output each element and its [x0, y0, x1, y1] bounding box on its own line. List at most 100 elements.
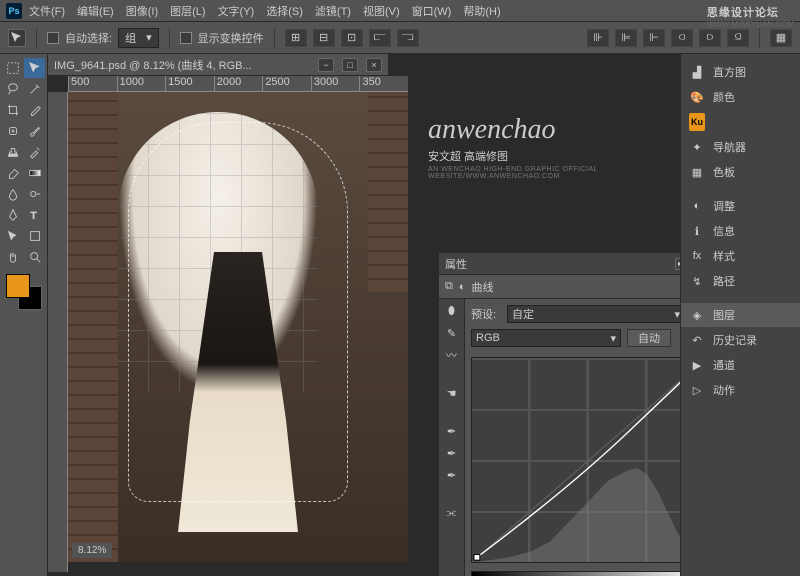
- pen-tool-icon[interactable]: [2, 205, 23, 225]
- color-swatches[interactable]: [2, 274, 42, 314]
- dock-item-color[interactable]: 🎨颜色: [681, 85, 800, 109]
- dock-item-paths[interactable]: ↯路径: [681, 269, 800, 293]
- minimize-button[interactable]: −: [318, 58, 334, 72]
- ruler-horizontal[interactable]: 50010001500200025003000350: [68, 76, 408, 92]
- lasso-tool-icon[interactable]: [2, 79, 23, 99]
- align-icon[interactable]: ⊞: [285, 29, 307, 47]
- distribute-icon[interactable]: ⫏: [671, 29, 693, 47]
- distribute-icon[interactable]: ⊪: [587, 29, 609, 47]
- brush-tool-icon[interactable]: [24, 121, 45, 141]
- dock-item-actions[interactable]: ▷动作: [681, 378, 800, 402]
- properties-panel: 属性 ▸▸ ▾≡ ⧉ ◐ 曲线 ⬮ ✎ 〰 ☚ ✒: [438, 252, 680, 576]
- auto-button[interactable]: 自动: [627, 329, 671, 347]
- distribute-icon[interactable]: ⫑: [727, 29, 749, 47]
- dock-item-channels[interactable]: ▶通道: [681, 353, 800, 377]
- channel-select[interactable]: RGB▾: [471, 329, 621, 347]
- foreground-color[interactable]: [6, 274, 30, 298]
- menu-file[interactable]: 文件(F): [24, 1, 70, 21]
- distribute-icon[interactable]: ⊫: [615, 29, 637, 47]
- sample-white-icon[interactable]: ✒: [443, 467, 461, 483]
- adjustments-icon: ◐: [689, 198, 705, 214]
- zoom-level[interactable]: 8.12%: [72, 543, 112, 558]
- properties-tab[interactable]: 属性: [445, 256, 467, 272]
- menu-view[interactable]: 视图(V): [358, 1, 405, 21]
- ruler-vertical[interactable]: [48, 92, 68, 572]
- wand-tool-icon[interactable]: [24, 79, 45, 99]
- dock-item-layers[interactable]: ◈图层: [681, 303, 800, 327]
- align-icon[interactable]: ⊟: [313, 29, 335, 47]
- maximize-button[interactable]: □: [342, 58, 358, 72]
- pencil-icon[interactable]: ✎: [443, 325, 461, 341]
- color-icon: 🎨: [689, 89, 705, 105]
- dock-label: 调整: [713, 198, 735, 214]
- stamp-tool-icon[interactable]: [2, 142, 23, 162]
- dock-item-styles[interactable]: fx样式: [681, 244, 800, 268]
- move-tool-icon[interactable]: [24, 58, 45, 78]
- auto-select-label: 自动选择:: [65, 30, 112, 46]
- eraser-tool-icon[interactable]: [2, 163, 23, 183]
- adjustment-title: 曲线: [472, 279, 494, 295]
- heal-tool-icon[interactable]: [2, 121, 23, 141]
- sample-black-icon[interactable]: ✒: [443, 423, 461, 439]
- dock-item-ku[interactable]: Ku: [681, 110, 800, 134]
- align-icon[interactable]: ⫎: [397, 29, 419, 47]
- dock-item-history[interactable]: ↶历史记录: [681, 328, 800, 352]
- edit-points-icon[interactable]: ⫘: [443, 505, 461, 521]
- menu-type[interactable]: 文字(Y): [213, 1, 260, 21]
- swatches-icon: ▦: [689, 164, 705, 180]
- document-tab: IMG_9641.psd @ 8.12% (曲线 4, RGB... − □ ×: [48, 54, 388, 76]
- close-button[interactable]: ×: [366, 58, 382, 72]
- auto-select-checkbox[interactable]: [47, 32, 59, 44]
- blur-tool-icon[interactable]: [2, 184, 23, 204]
- menu-edit[interactable]: 编辑(E): [72, 1, 119, 21]
- hand-tool-icon[interactable]: [2, 247, 23, 267]
- dock-item-adjustments[interactable]: ◐ 调整: [681, 194, 800, 218]
- workspace-icon[interactable]: ▦: [770, 29, 792, 47]
- move-tool-icon[interactable]: [8, 29, 26, 47]
- crop-tool-icon[interactable]: [2, 100, 23, 120]
- sample-gray-icon[interactable]: ✒: [443, 445, 461, 461]
- document-canvas[interactable]: 8.12%: [68, 92, 408, 562]
- distribute-icon[interactable]: ⫐: [699, 29, 721, 47]
- distribute-icon[interactable]: ⊩: [643, 29, 665, 47]
- group-select[interactable]: 组▾: [118, 28, 159, 48]
- show-transform-checkbox[interactable]: [180, 32, 192, 44]
- path-select-tool-icon[interactable]: [2, 226, 23, 246]
- zoom-tool-icon[interactable]: [24, 247, 45, 267]
- menu-window[interactable]: 窗口(W): [407, 1, 457, 21]
- eyedropper-tool-icon[interactable]: [24, 100, 45, 120]
- input-gradient[interactable]: [471, 571, 680, 576]
- curves-icon: ⧉: [445, 280, 453, 293]
- dock-item-histogram[interactable]: ▟直方图: [681, 60, 800, 84]
- photoshop-logo-icon[interactable]: Ps: [6, 3, 22, 19]
- chevron-down-icon: ▾: [146, 31, 152, 44]
- collapse-icon[interactable]: ▸▸: [675, 258, 680, 270]
- gradient-tool-icon[interactable]: [24, 163, 45, 183]
- curve-line[interactable]: [472, 358, 680, 562]
- align-icon[interactable]: ⊡: [341, 29, 363, 47]
- watermark-url: WWW.MISSYUAN.COM: [707, 20, 794, 29]
- menu-select[interactable]: 选择(S): [261, 1, 308, 21]
- menu-help[interactable]: 帮助(H): [458, 1, 505, 21]
- curve-point-icon[interactable]: ⬮: [443, 303, 461, 319]
- type-tool-icon[interactable]: T: [24, 205, 45, 225]
- marquee-tool-icon[interactable]: [2, 58, 23, 78]
- target-adjust-icon[interactable]: ☚: [443, 385, 461, 401]
- curves-graph[interactable]: [471, 357, 680, 563]
- shape-tool-icon[interactable]: [24, 226, 45, 246]
- dodge-tool-icon[interactable]: [24, 184, 45, 204]
- preset-select[interactable]: 自定▾: [507, 305, 680, 323]
- separator: [759, 28, 760, 48]
- dock-item-navigator[interactable]: ✦导航器: [681, 135, 800, 159]
- dock-label: 直方图: [713, 64, 746, 80]
- history-brush-tool-icon[interactable]: [24, 142, 45, 162]
- document-title[interactable]: IMG_9641.psd @ 8.12% (曲线 4, RGB...: [54, 57, 310, 73]
- menu-filter[interactable]: 滤镜(T): [310, 1, 356, 21]
- dock-item-swatches[interactable]: ▦色板: [681, 160, 800, 184]
- align-icon[interactable]: ⫍: [369, 29, 391, 47]
- logo-name: anwenchao: [428, 114, 680, 146]
- smooth-icon[interactable]: 〰: [443, 347, 461, 363]
- menu-layer[interactable]: 图层(L): [165, 1, 210, 21]
- dock-item-info[interactable]: ℹ信息: [681, 219, 800, 243]
- menu-image[interactable]: 图像(I): [121, 1, 163, 21]
